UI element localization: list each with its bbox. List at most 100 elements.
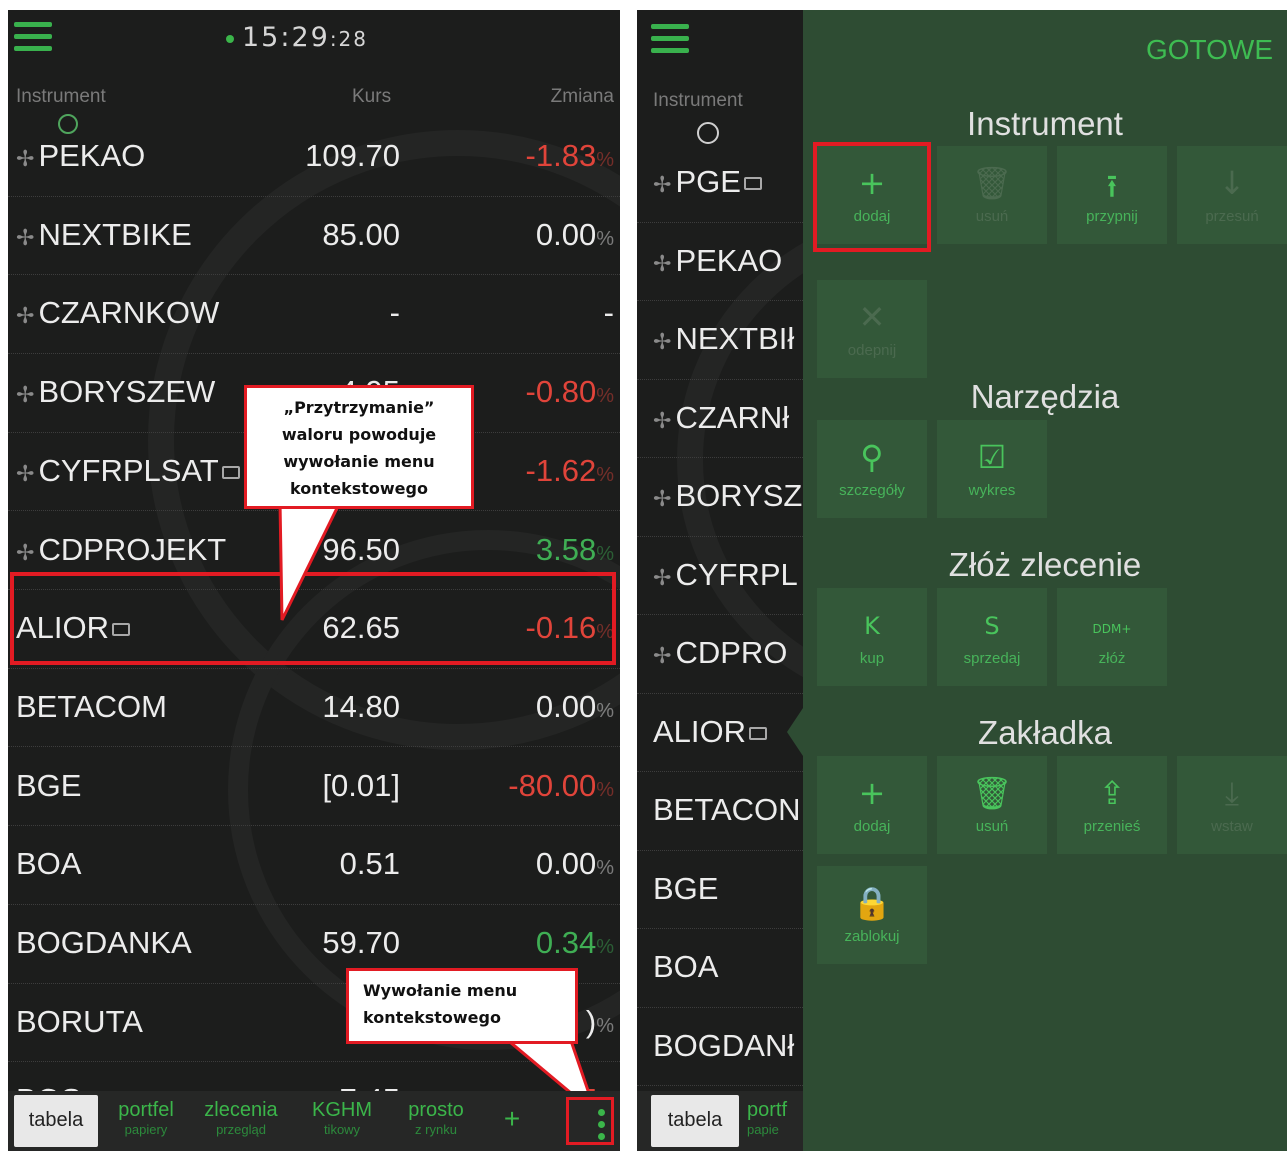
table-row[interactable]: ✢ CZARNł: [637, 380, 803, 458]
instrument-name: ✢ BORYSZ: [653, 478, 802, 514]
change-value: 0.00%: [536, 217, 614, 253]
menu-icon[interactable]: [14, 22, 52, 52]
pin-icon: ✢: [16, 224, 35, 250]
pin-icon: ✢: [16, 539, 35, 565]
table-row[interactable]: BETACOM 14.80 0.00%: [8, 669, 620, 748]
table-row[interactable]: BETACON: [637, 772, 803, 851]
tile-label: sprzedaj: [963, 650, 1021, 667]
table-row[interactable]: ✢ PGE: [637, 144, 803, 223]
tile-wstaw: ⤓ wstaw: [1177, 756, 1287, 854]
change-number: 0.00: [535, 846, 597, 882]
tile-przesu: ↓ przesuń: [1177, 146, 1287, 244]
column-header-instrument[interactable]: Instrument: [16, 86, 106, 108]
table-row[interactable]: ✢ BORYSZ: [637, 458, 803, 537]
add-tab-label: +: [503, 1103, 521, 1134]
tile-wykres[interactable]: ☑ wykres: [937, 420, 1047, 518]
tile-usu[interactable]: 🗑 usuń: [937, 756, 1047, 854]
tab-portfel[interactable]: portfel papiery: [104, 1095, 188, 1147]
tile-zablokuj[interactable]: 🔒 zablokuj: [817, 866, 927, 964]
tile-przenie[interactable]: ⇪ przenieś: [1057, 756, 1167, 854]
column-header-kurs[interactable]: Kurs: [352, 86, 391, 108]
table-row[interactable]: ALIOR: [637, 694, 803, 772]
change-value: -1.62%: [526, 453, 614, 489]
collapse-icon[interactable]: [697, 122, 719, 144]
instrument-name: BOGDANł: [653, 1028, 794, 1064]
table-row[interactable]: ✢ PEKAO: [637, 223, 803, 301]
change-number: -1.62: [525, 452, 597, 488]
price-value: 109.70: [305, 138, 400, 173]
ddm-icon: DDM+: [1092, 622, 1132, 636]
change-number: 0.00: [535, 216, 597, 252]
instrument-name: ALIOR: [653, 714, 768, 750]
table-row[interactable]: BGE [0.01] -80.00%: [8, 748, 620, 827]
done-button[interactable]: GOTOWE: [1146, 34, 1273, 66]
instrument-label: BETACON: [653, 792, 801, 827]
change-number: 3.58: [535, 531, 597, 567]
pin-top-icon: ⭱: [1106, 167, 1118, 205]
column-header-zmiana[interactable]: Zmiana: [551, 86, 614, 108]
table-row[interactable]: ✢ CYFRPL: [637, 537, 803, 615]
tab-kghm[interactable]: KGHM tikowy: [296, 1095, 388, 1147]
table-row[interactable]: ✢ CDPRO: [637, 615, 803, 694]
instrument-label: NEXTBIł: [675, 321, 795, 356]
tab-zlecenia[interactable]: zlecenia przegląd: [194, 1095, 288, 1147]
tile-sprzedaj[interactable]: Ssprzedaj: [937, 588, 1047, 686]
tile-szczegy[interactable]: ⚲ szczegóły: [817, 420, 927, 518]
price-value: -: [389, 295, 400, 331]
table-row[interactable]: ✢ NEXTBIł: [637, 301, 803, 380]
section-title: Narzędzia: [970, 378, 1120, 415]
tile-label: złóż: [1098, 650, 1126, 667]
context-menu-panel: GOTOWE Instrument + dodaj 🗑 usuń ⭱ przypnij ↓ pr…: [803, 10, 1287, 1151]
menu-icon[interactable]: [651, 24, 689, 54]
connection-indicator-icon: [226, 34, 234, 43]
percent-sign: %: [596, 936, 614, 958]
clock: 15:29:28: [226, 22, 368, 53]
instrument-label: CYFRPL: [675, 556, 798, 592]
wallet-icon: [743, 177, 762, 190]
tile-label: zablokuj: [844, 928, 900, 945]
table-row[interactable]: BOA: [637, 929, 803, 1008]
callout-line: „Przytrzymanie”: [283, 398, 435, 417]
tile-z[interactable]: DDM+ złóż: [1057, 588, 1167, 686]
table-row[interactable]: ✢ CZARNKOW - -: [8, 275, 620, 354]
add-tab-button[interactable]: +: [486, 1095, 538, 1147]
tab-label: KGHM: [312, 1099, 372, 1121]
tab-tabela[interactable]: tabela: [14, 1095, 98, 1147]
tab-sublabel: z rynku: [415, 1122, 457, 1137]
column-header-instrument[interactable]: Instrument: [653, 90, 743, 112]
pin-icon: ✢: [653, 643, 672, 668]
change-value: 3.58%: [536, 532, 614, 568]
change-value: 0.34%: [536, 925, 614, 961]
table-row[interactable]: BOA 0.51 0.00%: [8, 826, 620, 905]
instrument-label: CZARNKOW: [38, 295, 220, 331]
tile-dodaj[interactable]: + dodaj: [817, 756, 927, 854]
clock-seconds: :28: [329, 27, 368, 51]
tile-label: usuń: [975, 208, 1009, 225]
wallet-icon: [749, 726, 768, 740]
trash-icon: 🗑: [971, 774, 1013, 812]
instrument-name: BOA: [16, 846, 81, 882]
instrument-label: BGE: [653, 870, 719, 906]
tile-kup[interactable]: Kkup: [817, 588, 927, 686]
table-row[interactable]: ✢ PEKAO 109.70 -1.83%: [8, 118, 620, 197]
table-row[interactable]: BGE: [637, 851, 803, 929]
change-value: 0.00%: [536, 846, 614, 882]
pin-icon: ✢: [653, 486, 672, 511]
tile-przypnij[interactable]: ⭱ przypnij: [1057, 146, 1167, 244]
clock-time: 15:29: [242, 22, 330, 53]
tab-portfel[interactable]: portf papie: [747, 1095, 807, 1147]
tab-tabela[interactable]: tabela: [651, 1095, 739, 1147]
change-value: 0.00%: [536, 689, 614, 725]
unpin-icon: ✕: [858, 298, 886, 336]
instrument-label: PEKAO: [675, 242, 783, 278]
instrument-label: CDPROJEKT: [38, 531, 227, 567]
change-number: -0.80: [525, 374, 597, 410]
table-row[interactable]: BOGDANł: [637, 1008, 803, 1086]
table-row[interactable]: ✢ NEXTBIKE 85.00 0.00%: [8, 197, 620, 276]
instrument-label: CDPRO: [675, 635, 788, 670]
instrument-name: BOGDANKA: [16, 925, 192, 961]
tile-label: odepnij: [847, 342, 897, 359]
tab-prosto[interactable]: prosto z rynku: [394, 1095, 478, 1147]
chart-icon: ☑: [977, 438, 1007, 476]
left-screen: 15:29:28 Instrument Kurs Zmiana ✢ PEKAO 10…: [8, 10, 620, 1151]
